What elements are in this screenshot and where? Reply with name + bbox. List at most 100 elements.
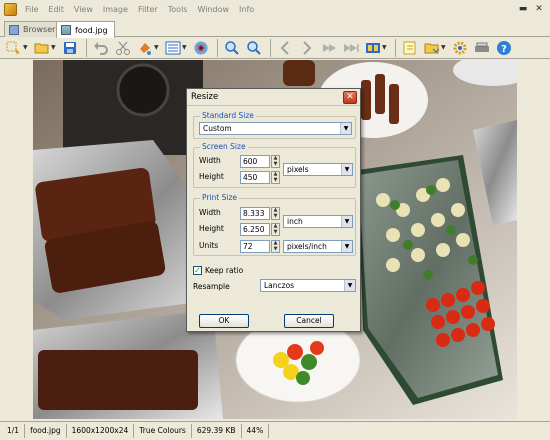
last-icon[interactable] (341, 38, 361, 58)
select-value: pixels/inch (287, 242, 327, 251)
image-dimensions: 1600x1200x24 (67, 424, 135, 438)
screen-size-group: Screen Size Width 600 ▲ ▼ Height 450 ▲ ▼ p… (193, 142, 356, 188)
resolution-input[interactable]: 72 (240, 240, 270, 253)
paint-icon[interactable] (135, 38, 155, 58)
keep-ratio-label: Keep ratio (205, 266, 244, 275)
first-icon[interactable] (319, 38, 339, 58)
menu-image[interactable]: Image (98, 5, 133, 14)
group-label: Print Size (200, 193, 240, 202)
toolbar-divider (395, 38, 396, 57)
dialog-title: Resize (191, 92, 219, 102)
file-size: 629.39 KB (192, 424, 242, 438)
chevron-down-icon[interactable]: ▼ (154, 44, 160, 51)
chevron-down-icon[interactable]: ▼ (51, 44, 57, 51)
print-width-label: Width (199, 208, 221, 217)
minimize-icon[interactable]: ▬ (518, 4, 528, 14)
height-spinner[interactable]: ▲ ▼ (271, 171, 280, 184)
units-label: Units (199, 241, 219, 250)
open-folder-icon[interactable] (32, 38, 52, 58)
browser-icon (9, 24, 19, 35)
tab-food-jpg[interactable]: food.jpg (56, 21, 115, 38)
toolbar-divider (217, 38, 218, 57)
zoom-level: 44% (242, 424, 270, 438)
print-width-input[interactable]: 8.333 (240, 207, 270, 220)
zoom-out-icon[interactable] (244, 38, 264, 58)
menu-view[interactable]: View (69, 5, 98, 14)
screen-width-input[interactable]: 600 (240, 155, 270, 168)
print-unit-select[interactable]: inch ▼ (283, 215, 353, 228)
checkmark-icon: ✓ (193, 266, 202, 275)
save-icon[interactable] (60, 38, 80, 58)
close-icon[interactable]: ✕ (343, 91, 357, 104)
resample-label: Resample (193, 282, 230, 291)
zoom-in-icon[interactable] (222, 38, 242, 58)
height-label: Height (199, 172, 224, 181)
chevron-down-icon: ▼ (341, 241, 352, 252)
width-label: Width (199, 156, 221, 165)
menu-filter[interactable]: Filter (133, 5, 163, 14)
width-spinner[interactable]: ▲ ▼ (271, 155, 280, 168)
toolbar-divider (86, 38, 87, 57)
resample-select[interactable]: Lanczos ▼ (260, 279, 356, 292)
select-value: inch (287, 217, 303, 226)
print-height-input[interactable]: 6.250 (240, 223, 270, 236)
settings-icon[interactable] (450, 38, 470, 58)
menu-edit[interactable]: Edit (43, 5, 69, 14)
folder-icon[interactable] (422, 38, 442, 58)
select-value: Custom (203, 124, 232, 133)
toolbar-divider (270, 38, 271, 57)
cancel-button[interactable]: Cancel (284, 314, 334, 328)
group-label: Screen Size (200, 142, 248, 151)
select-icon[interactable] (4, 38, 24, 58)
chevron-down-icon: ▼ (340, 123, 351, 134)
chevron-down-icon[interactable]: ▼ (382, 44, 388, 51)
tab-bar: Browser food.jpg (0, 19, 550, 38)
resize-dialog: Resize ✕ Standard Size Custom ▼ Screen S… (186, 88, 361, 332)
svg-text:?: ? (501, 44, 507, 55)
menu-info[interactable]: Info (234, 5, 259, 14)
eye-icon[interactable] (191, 38, 211, 58)
image-icon (61, 25, 71, 35)
chevron-down-icon[interactable]: ▼ (441, 44, 447, 51)
tab-label: Browser (23, 25, 56, 34)
dialog-title-bar[interactable]: Resize ✕ (187, 89, 360, 106)
chevron-down-icon: ▼ (341, 164, 352, 175)
scanner-icon[interactable] (472, 38, 492, 58)
close-window-icon[interactable]: ✕ (534, 4, 544, 14)
toolbar: ▼ ▼ ▼ ▼ ▼ ▼ ? (0, 37, 550, 59)
menu-tools[interactable]: Tools (163, 5, 193, 14)
chevron-down-icon[interactable]: ▼ (182, 44, 188, 51)
print-height-label: Height (199, 224, 224, 233)
resolution-unit-select[interactable]: pixels/inch ▼ (283, 240, 353, 253)
filename: food.jpg (25, 424, 67, 438)
screen-height-input[interactable]: 450 (240, 171, 270, 184)
standard-size-group: Standard Size Custom ▼ (193, 111, 356, 139)
new-icon[interactable] (400, 38, 420, 58)
app-logo-icon (4, 3, 17, 16)
menu-window[interactable]: Window (192, 5, 234, 14)
tab-browser[interactable]: Browser (4, 21, 63, 37)
filmstrip-icon[interactable] (363, 38, 383, 58)
adjust-icon[interactable] (163, 38, 183, 58)
chevron-down-icon[interactable]: ▼ (23, 44, 29, 51)
print-size-group: Print Size Width 8.333 ▲ ▼ inch ▼ Height … (193, 193, 356, 256)
screen-unit-select[interactable]: pixels ▼ (283, 163, 353, 176)
menu-file[interactable]: File (20, 5, 43, 14)
standard-size-select[interactable]: Custom ▼ (199, 122, 352, 135)
color-depth: True Colours (134, 424, 192, 438)
select-value: pixels (287, 165, 309, 174)
help-icon[interactable]: ? (494, 38, 514, 58)
ok-button[interactable]: OK (199, 314, 249, 328)
print-height-spinner[interactable]: ▲ ▼ (271, 223, 280, 236)
back-icon[interactable] (275, 38, 295, 58)
undo-icon[interactable] (91, 38, 111, 58)
status-bar: 1/1 food.jpg 1600x1200x24 True Colours 6… (0, 421, 550, 440)
resolution-spinner[interactable]: ▲ ▼ (271, 240, 280, 253)
chevron-down-icon: ▼ (344, 280, 355, 291)
tab-label: food.jpg (75, 25, 108, 35)
keep-ratio-checkbox[interactable]: ✓ Keep ratio (193, 266, 243, 275)
print-width-spinner[interactable]: ▲ ▼ (271, 207, 280, 220)
cut-icon[interactable] (113, 38, 133, 58)
menu-bar: File Edit View Image Filter Tools Window… (0, 0, 550, 19)
forward-icon[interactable] (297, 38, 317, 58)
